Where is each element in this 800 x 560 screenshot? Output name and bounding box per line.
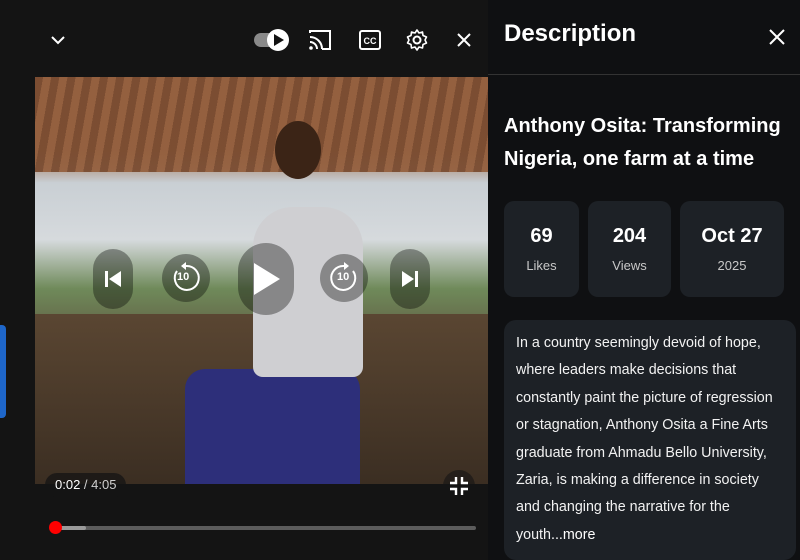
autoplay-toggle-icon: [254, 29, 289, 51]
description-body[interactable]: In a country seemingly devoid of hope, w…: [504, 320, 796, 560]
video-scene-person-head: [275, 121, 321, 179]
views-count: 204: [612, 225, 647, 247]
rewind-seconds-label: 10: [177, 271, 190, 283]
collapse-button[interactable]: [40, 22, 76, 58]
autoplay-toggle[interactable]: [252, 22, 292, 58]
svg-text:CC: CC: [364, 36, 377, 46]
views-stat: 204 Views: [588, 201, 671, 297]
cast-icon: [309, 30, 331, 50]
forward-button[interactable]: 10: [320, 254, 368, 302]
description-panel: Description Anthony Osita: Transforming …: [488, 0, 800, 560]
publish-year: 2025: [717, 258, 747, 273]
rewind-button[interactable]: 10: [162, 254, 210, 302]
play-button[interactable]: [238, 243, 294, 315]
publish-date: Oct 27: [701, 225, 763, 247]
current-time: 0:02: [55, 477, 81, 492]
video-player: CC 10 10 0:02 / 4:05: [0, 0, 488, 560]
progress-bar[interactable]: [49, 521, 476, 534]
exit-fullscreen-icon: [450, 477, 468, 495]
video-title: Anthony Osita: Transforming Nigeria, one…: [504, 115, 781, 170]
close-icon: [769, 29, 785, 45]
previous-button[interactable]: [93, 249, 133, 309]
likes-label: Likes: [526, 258, 557, 273]
description-heading: Description: [504, 20, 637, 47]
skip-previous-icon: [105, 271, 121, 287]
video-scene-person-legs: [185, 369, 360, 484]
description-text: In a country seemingly devoid of hope, w…: [516, 335, 773, 543]
time-display: 0:02 / 4:05: [45, 473, 127, 497]
video-scene-roof: [35, 77, 488, 172]
closed-captions-icon: CC: [359, 30, 381, 50]
duration: 4:05: [91, 477, 117, 492]
close-icon: [457, 33, 471, 47]
likes-stat: 69 Likes: [504, 201, 579, 297]
forward-seconds-label: 10: [337, 271, 350, 283]
side-panel-tab[interactable]: [0, 325, 6, 418]
progress-scrubber-handle[interactable]: [49, 521, 63, 534]
close-description-button[interactable]: [762, 22, 792, 52]
settings-button[interactable]: [399, 22, 435, 58]
chevron-down-icon: [51, 36, 65, 45]
next-button[interactable]: [390, 249, 430, 309]
gear-icon: [406, 29, 428, 51]
cast-button[interactable]: [302, 22, 338, 58]
views-label: Views: [612, 258, 647, 273]
captions-button[interactable]: CC: [352, 22, 388, 58]
exit-fullscreen-button[interactable]: [443, 470, 475, 502]
likes-count: 69: [530, 225, 553, 247]
play-icon: [254, 263, 280, 295]
description-header: Description: [488, 0, 800, 75]
close-player-button[interactable]: [446, 22, 482, 58]
show-more-link[interactable]: ...more: [551, 527, 596, 543]
video-frame[interactable]: 10 10: [35, 77, 488, 484]
date-stat: Oct 27 2025: [680, 201, 784, 297]
skip-next-icon: [402, 271, 418, 287]
time-separator: /: [80, 477, 92, 492]
